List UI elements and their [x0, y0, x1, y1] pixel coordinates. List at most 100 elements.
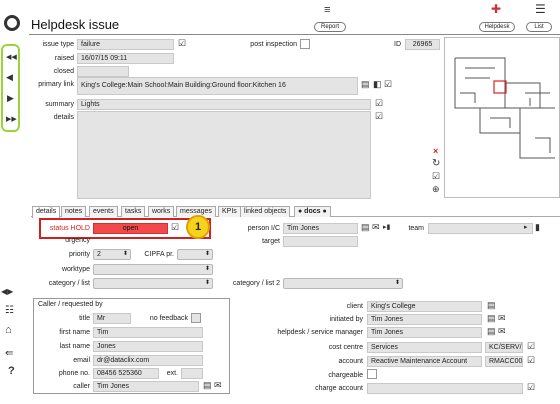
- account-field[interactable]: Reactive Maintenance Account: [367, 356, 482, 367]
- team-menu-icon[interactable]: ▸: [524, 223, 528, 232]
- manager-field[interactable]: Tim Jones: [367, 327, 482, 338]
- tab-linked-objects[interactable]: linked objects: [240, 206, 291, 217]
- edit-details-icon[interactable]: ☑: [375, 112, 383, 121]
- account-label: account: [338, 358, 363, 365]
- issue-type-field[interactable]: failure: [77, 39, 174, 50]
- status-field[interactable]: open: [93, 223, 168, 234]
- manager-mail-icon[interactable]: ✉: [498, 327, 506, 336]
- primary-link-field[interactable]: King's College:Main School:Main Building…: [77, 77, 358, 95]
- email-label: email: [73, 357, 90, 364]
- cost-centre-field[interactable]: Services: [367, 342, 482, 353]
- charge-account-field[interactable]: [367, 383, 523, 394]
- post-inspection-checkbox[interactable]: [300, 39, 310, 49]
- remove-plan-icon[interactable]: ×: [433, 147, 438, 156]
- caller-card-icon[interactable]: ▤: [203, 381, 212, 390]
- primary-link-label: primary link: [38, 81, 74, 88]
- priority-select[interactable]: 2 ⬍: [93, 249, 131, 260]
- team-field[interactable]: [428, 223, 533, 234]
- caller-mail-icon[interactable]: ✉: [214, 381, 222, 390]
- email-field[interactable]: dr@dataclix.com: [93, 355, 203, 366]
- no-feedback-checkbox[interactable]: [191, 313, 201, 323]
- collapse-left-icon[interactable]: ◀▶: [1, 287, 13, 296]
- edit-cost-centre-icon[interactable]: ☑: [527, 342, 535, 351]
- account-code: RMACC00: [485, 356, 523, 367]
- initiated-label: initiated by: [329, 316, 363, 323]
- initiated-field[interactable]: Tim Jones: [367, 314, 482, 325]
- cipfa-select[interactable]: ⬍: [177, 249, 213, 260]
- edit-plan-icon[interactable]: ☑: [432, 172, 440, 181]
- tab-details[interactable]: details: [32, 206, 61, 218]
- last-record-icon[interactable]: ▶▶: [6, 115, 17, 124]
- chargeable-checkbox[interactable]: [367, 369, 377, 379]
- raised-field: 16/07/15 09:11: [77, 53, 174, 64]
- edit-charge-account-icon[interactable]: ☑: [527, 383, 535, 392]
- edit-link-icon[interactable]: ☑: [384, 80, 392, 89]
- link-icon[interactable]: ▤: [361, 80, 370, 89]
- zoom-plan-icon[interactable]: ⊕: [432, 185, 440, 194]
- category-select[interactable]: ⬍: [93, 278, 213, 289]
- category2-select[interactable]: ⬍: [283, 278, 403, 289]
- client-card-icon[interactable]: ▤: [487, 301, 496, 310]
- tab-docs[interactable]: ● docs ●: [294, 206, 331, 217]
- caller-field[interactable]: Tim Jones: [93, 381, 199, 392]
- app-logo-ring: [4, 15, 20, 31]
- target-label: target: [262, 238, 280, 245]
- cost-centre-code: KC/SERV/: [485, 342, 523, 353]
- manager-label: helpdesk / service manager: [277, 329, 363, 336]
- edit-account-icon[interactable]: ☑: [527, 356, 535, 365]
- previous-record-icon[interactable]: ◀: [6, 73, 13, 82]
- worktype-label: worktype: [61, 266, 90, 273]
- summary-label: summary: [45, 101, 74, 108]
- chargeable-label: chargeable: [328, 372, 363, 379]
- first-name-field[interactable]: Tim: [93, 327, 203, 338]
- id-label: ID: [394, 41, 401, 48]
- open-link-icon[interactable]: ◧: [373, 80, 382, 89]
- tab-notes[interactable]: notes: [61, 206, 87, 217]
- category2-label: category / list 2: [232, 280, 280, 287]
- chevron-down-icon: ⬍: [394, 280, 400, 286]
- floor-plan-image[interactable]: [444, 37, 560, 198]
- initiated-card-icon[interactable]: ▤: [487, 314, 496, 323]
- home-icon[interactable]: ⌂: [5, 325, 12, 336]
- team-card-icon[interactable]: ▮: [535, 223, 540, 232]
- worktype-select[interactable]: ⬍: [93, 264, 213, 275]
- status-label: status HOLD: [49, 225, 90, 232]
- refresh-plan-icon[interactable]: ↻: [432, 159, 440, 169]
- logout-icon[interactable]: ⇚: [5, 349, 13, 359]
- helpdesk-button[interactable]: Helpdesk: [479, 22, 515, 32]
- closed-field: [77, 66, 129, 77]
- help-icon[interactable]: ?: [8, 366, 15, 377]
- report-button[interactable]: Report: [314, 22, 346, 32]
- person-ic-menu-icon[interactable]: ▸▮: [383, 223, 390, 232]
- tab-tasks[interactable]: tasks: [121, 206, 146, 217]
- phone-field[interactable]: 08456 525360: [93, 368, 159, 379]
- edit-issue-type-icon[interactable]: ☑: [178, 39, 186, 48]
- chevron-down-icon: ⬍: [204, 266, 210, 272]
- closed-label: closed: [53, 68, 74, 75]
- ext-field[interactable]: [181, 368, 203, 379]
- target-field[interactable]: [283, 236, 358, 247]
- tab-kpis[interactable]: KPIs: [218, 206, 241, 217]
- person-ic-field[interactable]: Tim Jones: [283, 223, 358, 234]
- tab-events[interactable]: events: [89, 206, 118, 217]
- next-record-icon[interactable]: ▶: [7, 94, 14, 103]
- edit-status-icon[interactable]: ☑: [171, 223, 179, 232]
- client-field[interactable]: King's College: [367, 301, 482, 312]
- tree-view-icon[interactable]: ☷: [5, 306, 14, 316]
- tab-works[interactable]: works: [148, 206, 175, 217]
- details-field[interactable]: [77, 111, 371, 199]
- list-button[interactable]: List: [526, 22, 552, 32]
- chevron-down-icon: ⬍: [122, 251, 128, 257]
- person-ic-card-icon[interactable]: ▤: [361, 223, 370, 232]
- person-ic-mail-icon[interactable]: ✉: [372, 223, 380, 232]
- first-record-icon[interactable]: ◀◀: [6, 53, 17, 62]
- initiated-mail-icon[interactable]: ✉: [498, 314, 506, 323]
- last-name-field[interactable]: Jones: [93, 341, 203, 352]
- manager-card-icon[interactable]: ▤: [487, 327, 496, 336]
- edit-summary-icon[interactable]: ☑: [375, 99, 383, 108]
- summary-field[interactable]: Lights: [77, 99, 371, 110]
- title-field[interactable]: Mr: [93, 313, 131, 324]
- client-label: client: [346, 303, 363, 310]
- phone-label: phone no.: [58, 370, 90, 377]
- charge-account-label: charge account: [315, 385, 363, 392]
